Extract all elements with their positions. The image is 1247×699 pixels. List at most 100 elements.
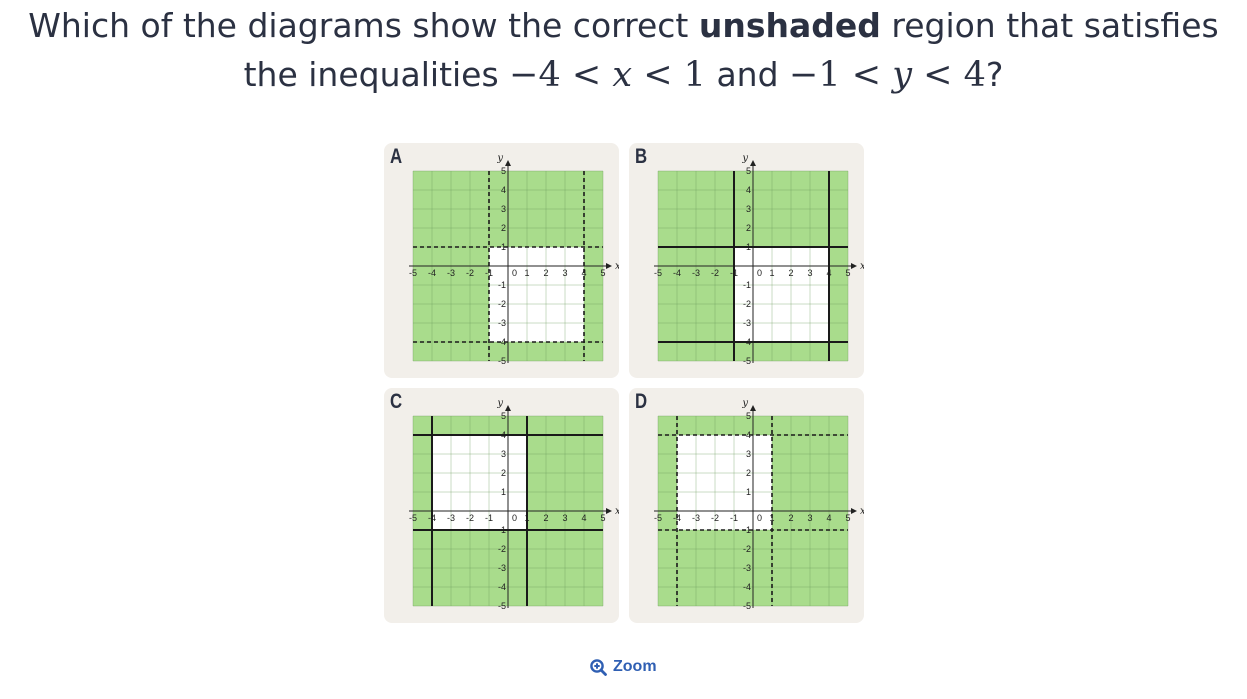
lt-symbol: < (632, 55, 684, 95)
x-tick-label: 5 (845, 513, 850, 523)
question-line2-prefix: the inequalities (243, 55, 510, 94)
y-tick-label: 1 (746, 487, 751, 497)
diagram-d-graph: -5-5-4-4-3-3-2-2-1-101122334455xy (654, 398, 864, 611)
x-tick-label: -2 (466, 268, 474, 278)
x-tick-label: -1 (730, 513, 738, 523)
diagram-option-a[interactable]: -5-5-4-4-3-3-2-2-1-101122334455xy A (384, 143, 619, 378)
x-tick-label: -3 (447, 268, 455, 278)
y-axis-label: y (496, 153, 503, 164)
x-tick-label: -5 (409, 268, 417, 278)
x-tick-label: -1 (485, 513, 493, 523)
y-tick-label: 4 (501, 185, 506, 195)
inequality-y: −1 < y < 4 (789, 55, 986, 95)
x-tick-label: -4 (673, 268, 681, 278)
y-tick-label: 3 (501, 204, 506, 214)
lt-symbol: < (560, 55, 613, 95)
y-tick-label: -2 (743, 544, 751, 554)
y-tick-label: -2 (743, 299, 751, 309)
question-suffix: ? (985, 55, 1004, 94)
x-axis-arrow (606, 508, 612, 514)
diagram-option-d[interactable]: -5-5-4-4-3-3-2-2-1-101122334455xy D (629, 388, 864, 623)
ineq-y-lower: −1 (789, 55, 841, 95)
x-axis-label: x (860, 261, 864, 272)
x-tick-label: 2 (543, 513, 548, 523)
inequality-x: −4 < x < 1 (509, 55, 706, 95)
y-tick-label: -3 (743, 318, 751, 328)
y-tick-label: 2 (501, 468, 506, 478)
x-tick-label: 3 (562, 268, 567, 278)
y-tick-label: 5 (501, 166, 506, 176)
y-tick-label: 1 (501, 487, 506, 497)
question-line-2: the inequalities −4 < x < 1 and −1 < y <… (0, 50, 1247, 100)
diagram-option-b[interactable]: -5-5-4-4-3-3-2-2-1-101122334455xy B (629, 143, 864, 378)
x-tick-label: -5 (654, 513, 662, 523)
y-tick-label: -4 (743, 582, 751, 592)
ineq-x-variable: x (612, 55, 633, 95)
question-and: and (705, 55, 790, 94)
x-tick-label: -5 (654, 268, 662, 278)
x-axis-label: x (860, 506, 864, 517)
x-tick-label: 1 (769, 268, 774, 278)
question-part-2: region that satisfies (880, 6, 1219, 45)
y-tick-label: -4 (498, 582, 506, 592)
diagram-option-c[interactable]: -5-5-4-4-3-3-2-2-1-101122334455xy C (384, 388, 619, 623)
y-tick-label: 2 (746, 468, 751, 478)
ineq-x-upper: 1 (683, 55, 706, 95)
y-tick-label: 4 (746, 185, 751, 195)
option-label-a: A (390, 145, 403, 168)
zoom-in-icon (590, 658, 607, 676)
x-tick-label: -2 (466, 513, 474, 523)
y-axis-label: y (496, 398, 503, 409)
x-tick-label: -3 (692, 513, 700, 523)
option-label-c: C (390, 390, 403, 413)
x-tick-label: 2 (543, 268, 548, 278)
x-tick-label: 4 (826, 513, 831, 523)
question-bold-word: unshaded (698, 6, 881, 45)
x-axis-arrow (851, 508, 857, 514)
diagram-a-graph: -5-5-4-4-3-3-2-2-1-101122334455xy (409, 153, 619, 366)
x-tick-label: 5 (600, 268, 605, 278)
y-tick-label: -5 (743, 356, 751, 366)
y-tick-label: -2 (498, 544, 506, 554)
x-tick-label: -2 (711, 268, 719, 278)
zoom-button[interactable]: Zoom (590, 658, 657, 676)
diagram-b-graph: -5-5-4-4-3-3-2-2-1-101122334455xy (654, 153, 864, 366)
y-axis-label: y (741, 398, 748, 409)
x-tick-label: -3 (692, 268, 700, 278)
x-axis-arrow (851, 263, 857, 269)
origin-label: 0 (512, 513, 517, 523)
x-tick-label: -5 (409, 513, 417, 523)
y-tick-label: 2 (746, 223, 751, 233)
x-tick-label: 5 (845, 268, 850, 278)
y-tick-label: -5 (498, 356, 506, 366)
ineq-y-upper: 4 (963, 55, 986, 95)
origin-label: 0 (512, 268, 517, 278)
x-axis-arrow (606, 263, 612, 269)
y-tick-label: -5 (743, 601, 751, 611)
y-tick-label: -5 (498, 601, 506, 611)
y-tick-label: -3 (498, 563, 506, 573)
y-tick-label: -1 (743, 280, 751, 290)
x-axis-label: x (615, 261, 619, 272)
lt-symbol: < (840, 55, 893, 95)
y-tick-label: 3 (746, 204, 751, 214)
y-axis-label: y (741, 153, 748, 164)
y-tick-label: -2 (498, 299, 506, 309)
diagram-c-graph: -5-5-4-4-3-3-2-2-1-101122334455xy (409, 398, 619, 611)
origin-label: 0 (757, 513, 762, 523)
y-tick-label: -1 (498, 280, 506, 290)
x-tick-label: 4 (581, 513, 586, 523)
x-tick-label: 3 (807, 268, 812, 278)
x-tick-label: 5 (600, 513, 605, 523)
origin-label: 0 (757, 268, 762, 278)
zoom-label: Zoom (613, 658, 657, 675)
y-tick-label: 5 (746, 411, 751, 421)
y-tick-label: 5 (501, 411, 506, 421)
question-part-1: Which of the diagrams show the correct (28, 6, 699, 45)
x-tick-label: 2 (788, 268, 793, 278)
x-axis-label: x (615, 506, 619, 517)
ineq-y-variable: y (892, 55, 912, 95)
lt-symbol: < (912, 55, 964, 95)
x-tick-label: 1 (524, 268, 529, 278)
y-tick-label: 3 (746, 449, 751, 459)
